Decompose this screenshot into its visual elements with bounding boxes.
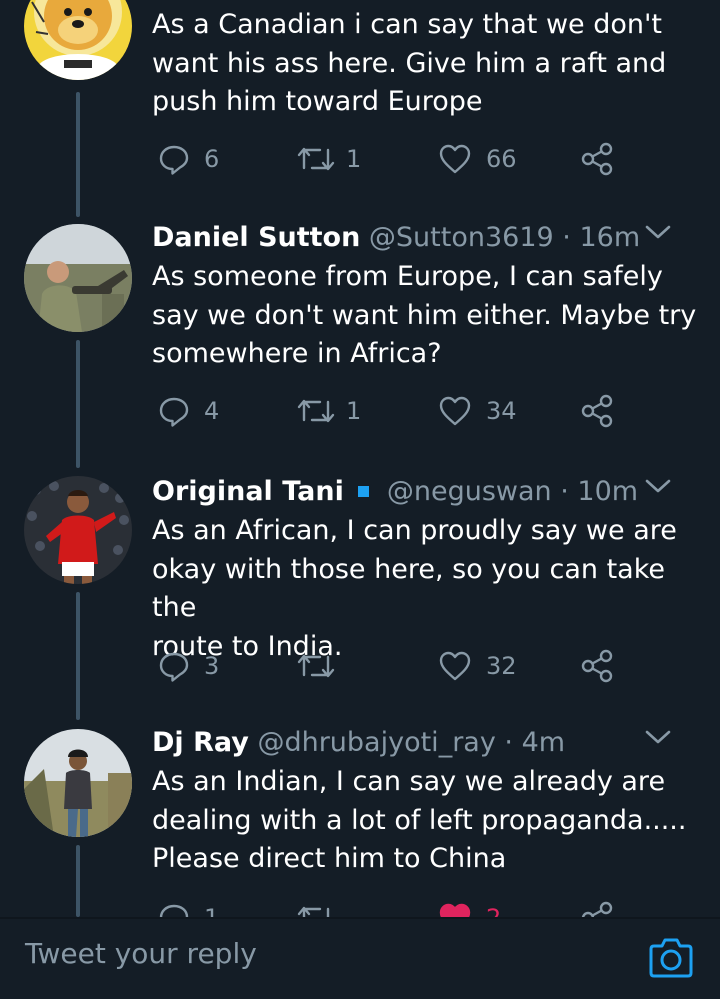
reply-button[interactable]: 3: [158, 648, 219, 684]
reply-count: 4: [204, 397, 220, 425]
avatar[interactable]: [24, 729, 132, 837]
reply-button[interactable]: 4: [158, 393, 219, 429]
tweet-time: · 16m: [562, 222, 641, 253]
tweet-text: As a Canadian i can say that we don't wa…: [152, 9, 667, 117]
avatar[interactable]: [24, 224, 132, 332]
like-button[interactable]: 32: [438, 648, 517, 684]
retweet-count: 1: [346, 397, 362, 425]
like-icon: [439, 651, 471, 681]
reply-count: 6: [204, 145, 220, 173]
retweet-button[interactable]: 1: [296, 393, 361, 429]
like-button[interactable]: 66: [438, 141, 517, 177]
like-button[interactable]: 34: [438, 393, 517, 429]
tweet-text: As someone from Europe, I can safely say…: [152, 261, 697, 369]
thread-line: [76, 592, 80, 720]
camera-icon[interactable]: [648, 934, 694, 980]
share-button[interactable]: [580, 393, 614, 429]
reply-icon: [159, 145, 189, 175]
avatar-image: [24, 476, 132, 584]
tweet-header: Daniel Sutton @Sutton3619 · 16m: [152, 218, 700, 258]
verified-badge: [357, 485, 369, 497]
reply-icon: [159, 652, 189, 682]
avatar[interactable]: [24, 476, 132, 584]
reply-input[interactable]: Tweet your reply: [25, 937, 257, 970]
display-name[interactable]: Original Tani: [152, 476, 344, 507]
thread-line: [76, 845, 80, 917]
like-count: 32: [486, 652, 517, 680]
tweet-time: · 10m: [560, 476, 639, 507]
user-handle[interactable]: @neguswan: [387, 476, 552, 507]
retweet-icon: [297, 654, 335, 678]
like-icon: [439, 396, 471, 426]
reply-button[interactable]: 6: [158, 141, 219, 177]
share-icon: [581, 142, 613, 176]
reply-bar: Tweet your reply: [0, 917, 720, 999]
retweet-button[interactable]: 1: [296, 141, 361, 177]
avatar-image: [24, 0, 132, 80]
retweet-button[interactable]: [296, 648, 336, 684]
thread-line: [76, 92, 80, 217]
retweet-count: 1: [346, 145, 362, 173]
user-handle[interactable]: @dhrubajyoti_ray: [257, 727, 495, 758]
avatar-image: [24, 729, 132, 837]
tweet-time: · 4m: [504, 727, 566, 758]
share-icon: [581, 649, 613, 683]
user-handle[interactable]: @Sutton3619: [369, 222, 554, 253]
reply-count: 3: [204, 652, 220, 680]
caret-down-icon[interactable]: [644, 222, 672, 242]
like-count: 66: [486, 145, 517, 173]
display-name[interactable]: Dj Ray: [152, 727, 249, 758]
tweet-text: As an Indian, I can say we already are d…: [152, 766, 687, 874]
like-icon: [439, 144, 471, 174]
avatar[interactable]: [24, 0, 132, 80]
retweet-icon: [297, 147, 335, 171]
reply-icon: [159, 397, 189, 427]
display-name[interactable]: Daniel Sutton: [152, 222, 360, 253]
share-button[interactable]: [580, 141, 614, 177]
tweet-header: Original Tani @neguswan · 10m: [152, 472, 700, 512]
thread-line: [76, 340, 80, 468]
like-count: 34: [486, 397, 517, 425]
caret-down-icon[interactable]: [644, 476, 672, 496]
share-icon: [581, 394, 613, 428]
share-button[interactable]: [580, 648, 614, 684]
tweet-text: As an African, I can proudly say we are …: [152, 515, 677, 662]
avatar-image: [24, 224, 132, 332]
caret-down-icon[interactable]: [644, 727, 672, 747]
retweet-icon: [297, 399, 335, 423]
tweet-header: Dj Ray @dhrubajyoti_ray · 4m: [152, 723, 700, 763]
